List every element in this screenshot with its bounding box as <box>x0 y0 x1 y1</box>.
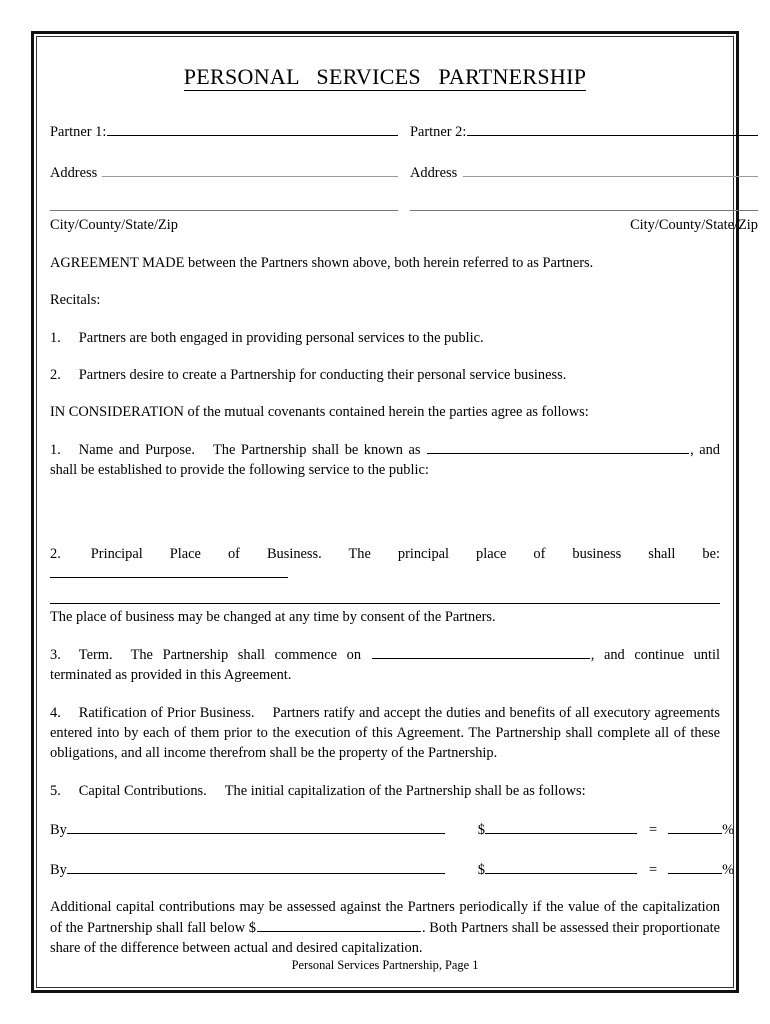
additional-capital-paragraph: Additional capital contributions may be … <box>50 897 720 958</box>
clause-2-note: The place of business may be changed at … <box>50 609 496 626</box>
partnership-name-blank[interactable] <box>427 440 690 454</box>
clause-5: 5. Capital Contributions. The initial capi… <box>50 781 720 801</box>
partner2-input-rule[interactable] <box>467 123 758 137</box>
contribution-amount-blank[interactable] <box>485 820 637 835</box>
clause-1: 1. Name and Purpose. The Partnership shall… <box>50 440 720 481</box>
clause-3-text-before: The Partnership shall commence on <box>130 646 362 663</box>
recital-2-text: Partners desire to create a Partnership … <box>78 366 567 383</box>
recitals-heading: Recitals: <box>50 292 101 309</box>
document-page-border: PERSONAL SERVICES PARTNERSHIP Partner 1:… <box>31 31 758 993</box>
address2-input-rule[interactable] <box>463 163 758 177</box>
recital-1-text: Partners are both engaged in providing p… <box>78 329 484 346</box>
clause-1-number: 1. <box>50 441 61 458</box>
partner2-field[interactable]: Partner 2: <box>410 122 758 142</box>
capital-contribution-row: By $ = % <box>50 860 734 880</box>
clause-2: 2. Principal Place of Business. The princ… <box>50 544 720 564</box>
document-content: PERSONAL SERVICES PARTNERSHIP Partner 1:… <box>50 47 758 987</box>
recital-2-number: 2. <box>50 366 61 383</box>
address2-field[interactable]: Address <box>410 163 758 183</box>
partner1-label: Partner 1: <box>50 124 107 141</box>
percent-symbol: % <box>722 861 735 878</box>
recital-1-number: 1. <box>50 329 61 346</box>
citystate1-column: City/County/State/Zip <box>50 209 398 235</box>
agreement-paragraph: AGREEMENT MADE between the Partners show… <box>50 254 594 271</box>
clause-1-text-before: The Partnership shall be known as <box>212 441 421 458</box>
contributor-name-blank[interactable] <box>66 860 445 874</box>
equals-symbol: = <box>649 861 658 878</box>
percent-symbol: % <box>722 822 735 839</box>
consideration-paragraph: IN CONSIDERATION of the mutual covenants… <box>50 404 589 421</box>
contribution-percent-blank[interactable] <box>668 860 723 874</box>
commencement-date-blank[interactable] <box>371 645 590 659</box>
currency-symbol: $ <box>477 822 485 839</box>
recital-item-1: 1. Partners are both engaged in providing… <box>50 328 720 348</box>
clause-1-write-in-space <box>50 481 720 527</box>
principal-place-blank-line-2[interactable] <box>50 603 720 605</box>
currency-symbol: $ <box>477 861 485 878</box>
citystate2-label: City/County/State/Zip <box>630 217 758 234</box>
capital-contribution-row: By $ = % <box>50 820 734 840</box>
address2-label: Address <box>410 164 458 181</box>
recital-item-2: 2. Partners desire to create a Partnershi… <box>50 365 720 385</box>
citystate1-input-rule[interactable] <box>50 209 398 212</box>
page-title: PERSONAL SERVICES PARTNERSHIP <box>50 61 720 92</box>
page-title-text: PERSONAL SERVICES PARTNERSHIP <box>183 64 587 91</box>
document-page-inner-border: PERSONAL SERVICES PARTNERSHIP Partner 1:… <box>36 36 758 988</box>
clause-4: 4. Ratification of Prior Business. Partner… <box>50 703 720 764</box>
equals-symbol: = <box>649 822 658 839</box>
clause-5-title: Capital Contributions. <box>78 782 207 799</box>
citystate2-column: City/County/State/Zip <box>410 209 758 235</box>
by-label: By <box>50 822 67 839</box>
by-label: By <box>50 861 67 878</box>
minimum-capitalization-blank[interactable] <box>257 918 421 932</box>
citystate-row: City/County/State/Zip City/County/State/… <box>50 209 758 235</box>
address1-label: Address <box>50 164 98 181</box>
partner1-input-rule[interactable] <box>107 123 398 137</box>
partner2-label: Partner 2: <box>410 124 467 141</box>
clause-3-number: 3. <box>50 646 61 663</box>
address1-input-rule[interactable] <box>102 163 398 177</box>
clause-2-text: Principal Place of Business. The princip… <box>90 545 720 562</box>
partner1-field[interactable]: Partner 1: <box>50 122 398 142</box>
clause-4-title: Ratification of Prior Business. <box>78 704 255 721</box>
clause-5-text: The initial capitalization of the Partne… <box>224 782 586 799</box>
contribution-amount-blank[interactable] <box>485 860 637 874</box>
clause-5-number: 5. <box>50 782 61 799</box>
clause-3-title: Term. <box>78 646 113 663</box>
partner-name-row: Partner 1: Partner 2: <box>50 122 758 142</box>
address2-column: Address <box>410 163 758 183</box>
principal-place-blank-line-1[interactable] <box>50 577 288 579</box>
address-row: Address Address <box>50 163 758 183</box>
clause-4-number: 4. <box>50 704 61 721</box>
address1-field[interactable]: Address <box>50 163 398 183</box>
contribution-percent-blank[interactable] <box>668 820 723 835</box>
address1-column: Address <box>50 163 398 183</box>
citystate1-label: City/County/State/Zip <box>50 217 178 234</box>
contributor-name-blank[interactable] <box>66 820 445 835</box>
partner2-column: Partner 2: <box>410 122 758 142</box>
page-footer: Personal Services Partnership, Page 1 <box>291 958 479 973</box>
clause-1-title: Name and Purpose. <box>78 441 195 458</box>
citystate2-input-rule[interactable] <box>410 209 758 212</box>
clause-3: 3. Term. The Partnership shall commence on… <box>50 645 720 686</box>
partner1-column: Partner 1: <box>50 122 398 142</box>
clause-2-number: 2. <box>50 545 61 562</box>
